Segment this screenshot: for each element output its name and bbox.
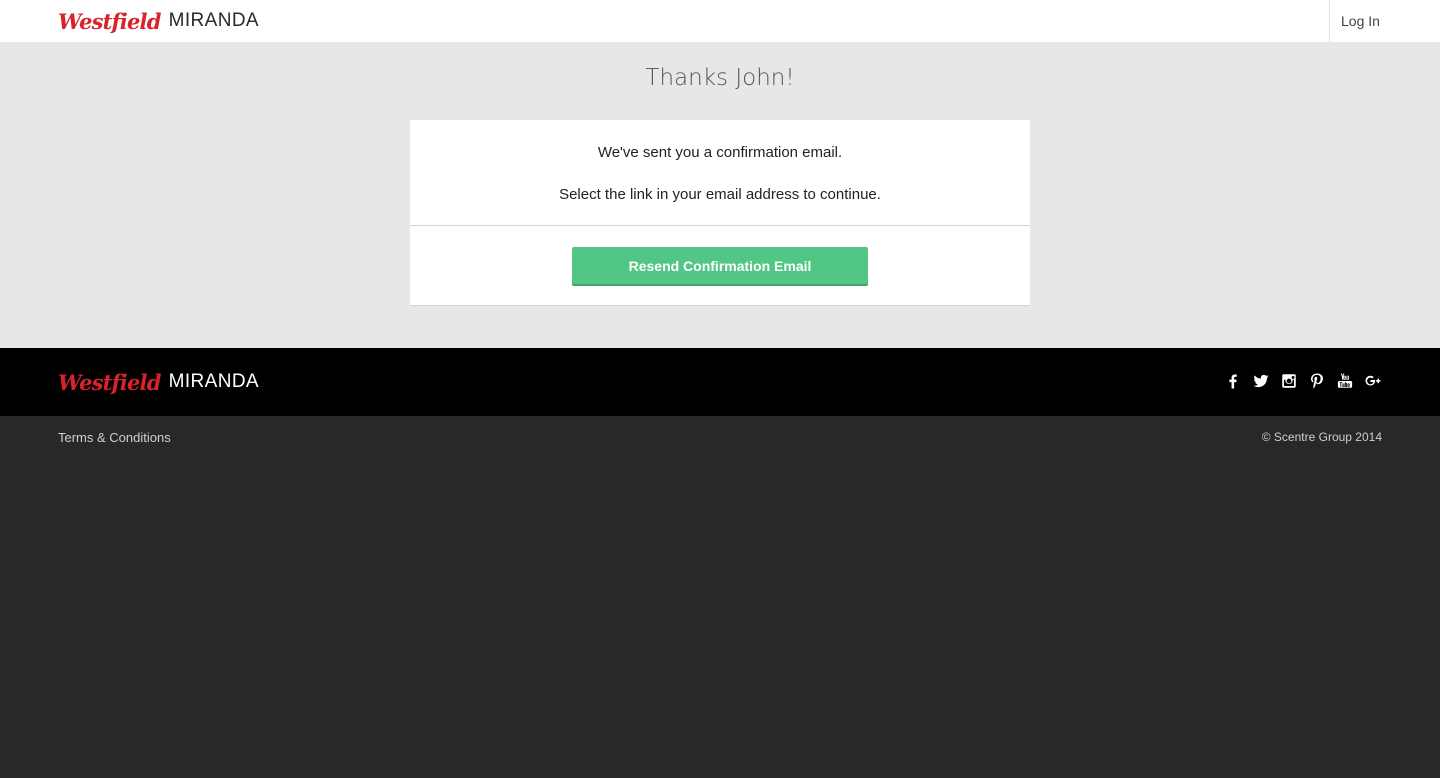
login-link[interactable]: Log In <box>1341 13 1380 29</box>
westfield-logo-text: Westfield <box>58 8 161 34</box>
brand-logo[interactable]: Westfield MIRANDA <box>58 6 259 36</box>
social-links <box>1224 372 1382 390</box>
pinterest-icon[interactable] <box>1308 372 1326 390</box>
copyright-text: © Scentre Group 2014 <box>1261 430 1382 444</box>
footer-brand-logo[interactable]: Westfield MIRANDA <box>58 367 259 397</box>
twitter-icon[interactable] <box>1252 372 1270 390</box>
westfield-logo-text: Westfield <box>58 369 161 395</box>
confirmation-message: We've sent you a confirmation email. <box>597 144 843 161</box>
instagram-icon[interactable] <box>1280 372 1298 390</box>
card-divider <box>410 225 1030 226</box>
facebook-icon[interactable] <box>1224 372 1242 390</box>
centre-name: MIRANDA <box>168 371 260 392</box>
confirmation-card: We've sent you a confirmation email. Sel… <box>410 120 1030 305</box>
main-content: Thanks John! We've sent you a confirmati… <box>0 42 1440 348</box>
resend-confirmation-button[interactable]: Resend Confirmation Email <box>572 247 868 284</box>
footer-top: Westfield MIRANDA <box>0 348 1440 416</box>
login-area: Log In <box>1329 0 1440 42</box>
page-title: Thanks John! <box>645 65 795 91</box>
google-plus-icon[interactable] <box>1364 372 1382 390</box>
footer-bottom: Terms & Conditions © Scentre Group 2014 <box>0 416 1440 778</box>
youtube-icon[interactable] <box>1336 372 1354 390</box>
instruction-message: Select the link in your email address to… <box>559 186 881 203</box>
site-header: Westfield MIRANDA Log In <box>0 0 1440 42</box>
centre-name: MIRANDA <box>168 10 260 31</box>
terms-conditions-link[interactable]: Terms & Conditions <box>58 430 171 445</box>
